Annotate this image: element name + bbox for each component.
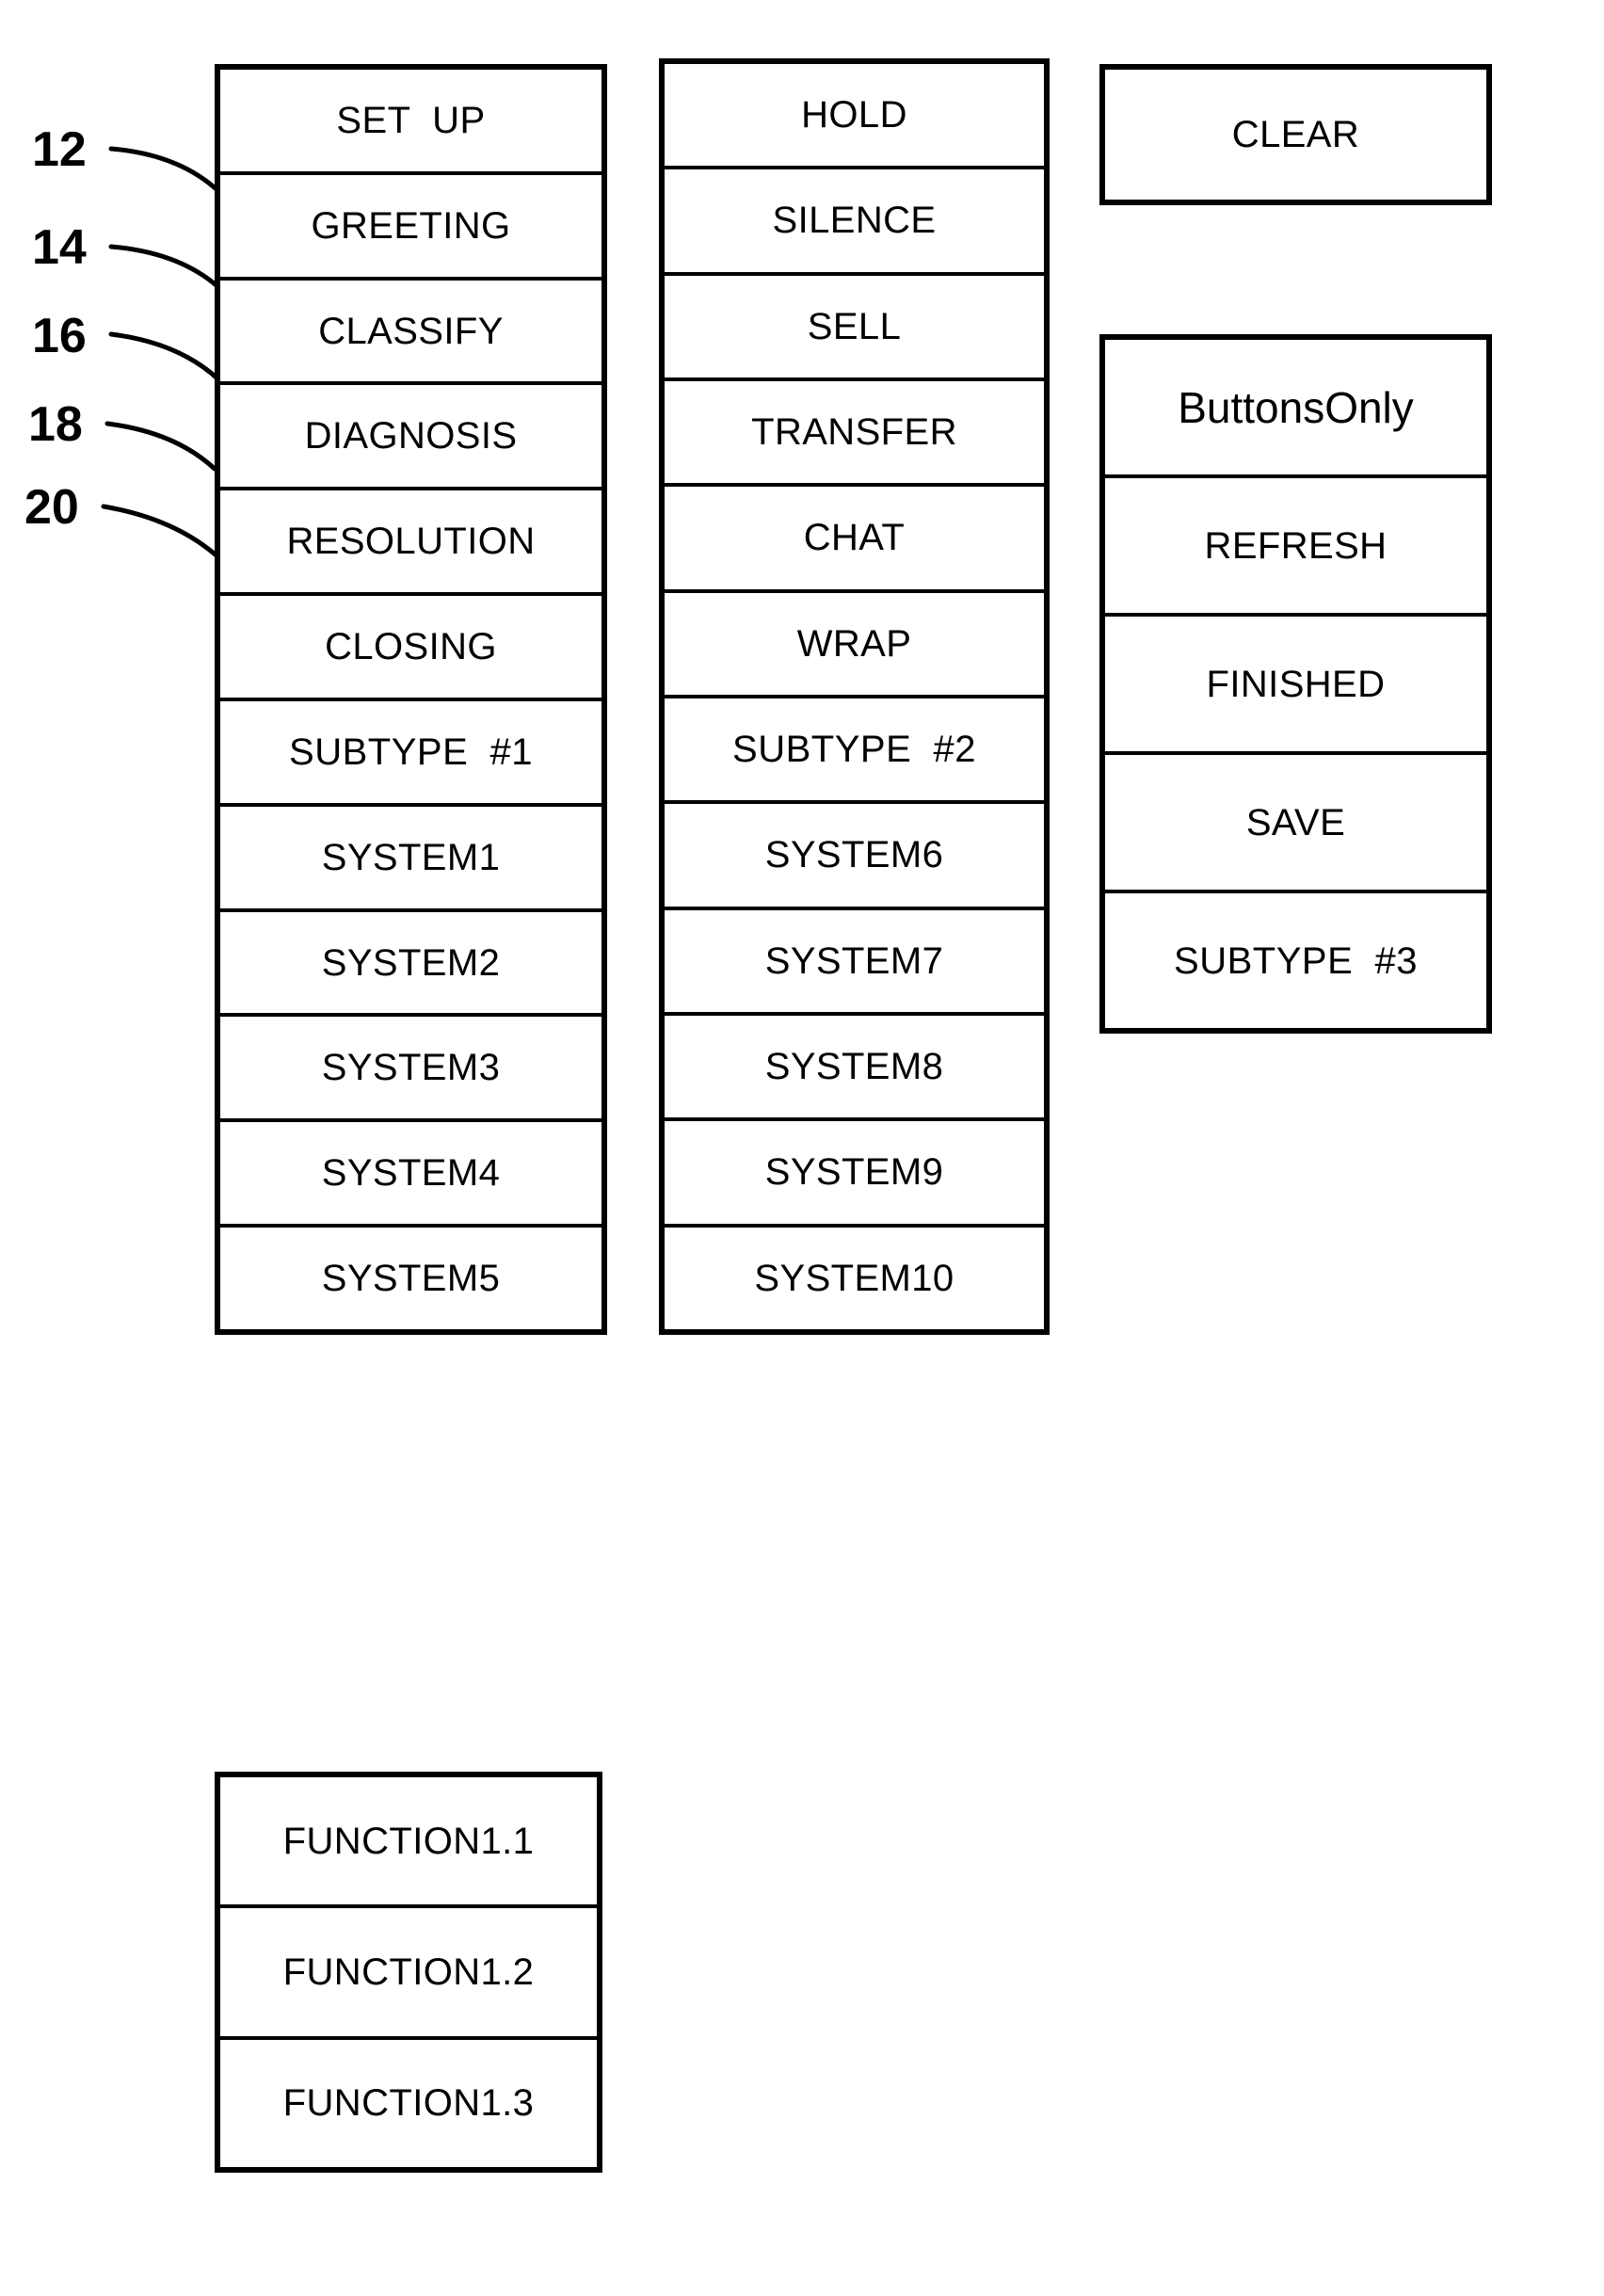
button-label: SUBTYPE #2 [732,729,976,771]
button-save[interactable]: SAVE [1105,755,1486,893]
button-finished[interactable]: FINISHED [1105,617,1486,755]
button-label: SILENCE [772,200,937,242]
button-clear[interactable]: CLEAR [1105,70,1486,200]
button-diagnosis[interactable]: DIAGNOSIS [220,385,602,491]
button-label: SYSTEM3 [321,1047,501,1089]
button-label: TRANSFER [751,411,957,454]
button-label: FUNCTION1.1 [282,1820,535,1862]
reference-numeral-20: 20 [24,480,79,535]
clear-button-box: CLEAR [1099,64,1492,205]
button-label: FINISHED [1206,663,1386,705]
button-label: ButtonsOnly [1178,382,1414,432]
button-subtype-2[interactable]: SUBTYPE #2 [665,698,1044,805]
button-label: CHAT [803,517,906,559]
button-label: FUNCTION1.3 [282,2082,535,2125]
button-system6[interactable]: SYSTEM6 [665,804,1044,910]
reference-numeral-16: 16 [32,309,87,363]
button-label: CLEAR [1231,114,1360,155]
button-hold[interactable]: HOLD [665,64,1044,170]
button-label: SYSTEM7 [764,939,944,982]
button-resolution[interactable]: RESOLUTION [220,490,602,597]
button-system2[interactable]: SYSTEM2 [220,911,602,1018]
button-system7[interactable]: SYSTEM7 [665,909,1044,1016]
button-function-1-2[interactable]: FUNCTION1.2 [220,1908,597,2040]
leader-line-18 [104,421,217,472]
button-greeting[interactable]: GREETING [220,174,602,281]
secondary-button-column: HOLD SILENCE SELL TRANSFER CHAT WRAP SUB… [659,58,1050,1335]
button-function-1-1[interactable]: FUNCTION1.1 [220,1777,597,1909]
button-closing[interactable]: CLOSING [220,596,602,701]
leader-line-16 [108,331,221,382]
button-label: FUNCTION1.2 [282,1951,535,1993]
button-classify[interactable]: CLASSIFY [220,280,602,386]
button-label: SELL [807,305,902,347]
button-label: SYSTEM6 [764,834,944,876]
button-label: SAVE [1245,801,1346,843]
button-label: REFRESH [1204,524,1387,567]
function-button-box: FUNCTION1.1 FUNCTION1.2 FUNCTION1.3 [215,1772,602,2173]
button-refresh[interactable]: REFRESH [1105,478,1486,617]
button-label: SYSTEM1 [321,836,501,878]
button-label: SET UP [336,99,486,141]
button-system3[interactable]: SYSTEM3 [220,1017,602,1123]
reference-numeral-18: 18 [28,397,83,452]
button-subtype-1[interactable]: SUBTYPE #1 [220,700,602,807]
button-label: HOLD [801,94,907,136]
button-label: CLOSING [325,626,497,668]
button-system9[interactable]: SYSTEM9 [665,1121,1044,1228]
button-label: CLASSIFY [318,310,504,352]
button-system5[interactable]: SYSTEM5 [220,1228,602,1329]
button-system1[interactable]: SYSTEM1 [220,806,602,912]
primary-button-column: SET UP GREETING CLASSIFY DIAGNOSIS RESOL… [215,64,607,1335]
button-label: SYSTEM9 [764,1151,944,1194]
button-subtype-3[interactable]: SUBTYPE #3 [1105,893,1486,1028]
buttons-only-column: ButtonsOnly REFRESH FINISHED SAVE SUBTYP… [1099,334,1492,1034]
button-label: SYSTEM8 [764,1046,944,1088]
button-system4[interactable]: SYSTEM4 [220,1122,602,1228]
button-system8[interactable]: SYSTEM8 [665,1015,1044,1122]
button-buttons-only[interactable]: ButtonsOnly [1105,340,1486,478]
leader-line-20 [101,504,221,560]
leader-line-14 [108,244,221,290]
button-set-up[interactable]: SET UP [220,70,602,175]
button-label: SYSTEM4 [321,1152,501,1195]
button-wrap[interactable]: WRAP [665,592,1044,698]
button-label: DIAGNOSIS [304,415,518,458]
reference-numeral-12: 12 [32,122,87,177]
button-label: SUBTYPE #1 [289,731,533,773]
button-label: WRAP [796,622,912,665]
button-label: SUBTYPE #3 [1174,939,1418,982]
button-silence[interactable]: SILENCE [665,169,1044,276]
button-label: SYSTEM10 [754,1257,954,1299]
button-function-1-3[interactable]: FUNCTION1.3 [220,2039,597,2167]
patent-figure: 12 14 16 18 20 SET UP GREETING CLASSIFY … [0,0,1604,2296]
button-system10[interactable]: SYSTEM10 [665,1227,1044,1329]
button-transfer[interactable]: TRANSFER [665,380,1044,488]
button-chat[interactable]: CHAT [665,487,1044,593]
button-sell[interactable]: SELL [665,275,1044,381]
button-label: GREETING [311,204,511,247]
reference-numeral-14: 14 [32,220,87,275]
button-label: SYSTEM5 [321,1258,501,1300]
button-label: SYSTEM2 [321,941,501,984]
leader-line-12 [108,146,221,194]
button-label: RESOLUTION [286,521,536,563]
